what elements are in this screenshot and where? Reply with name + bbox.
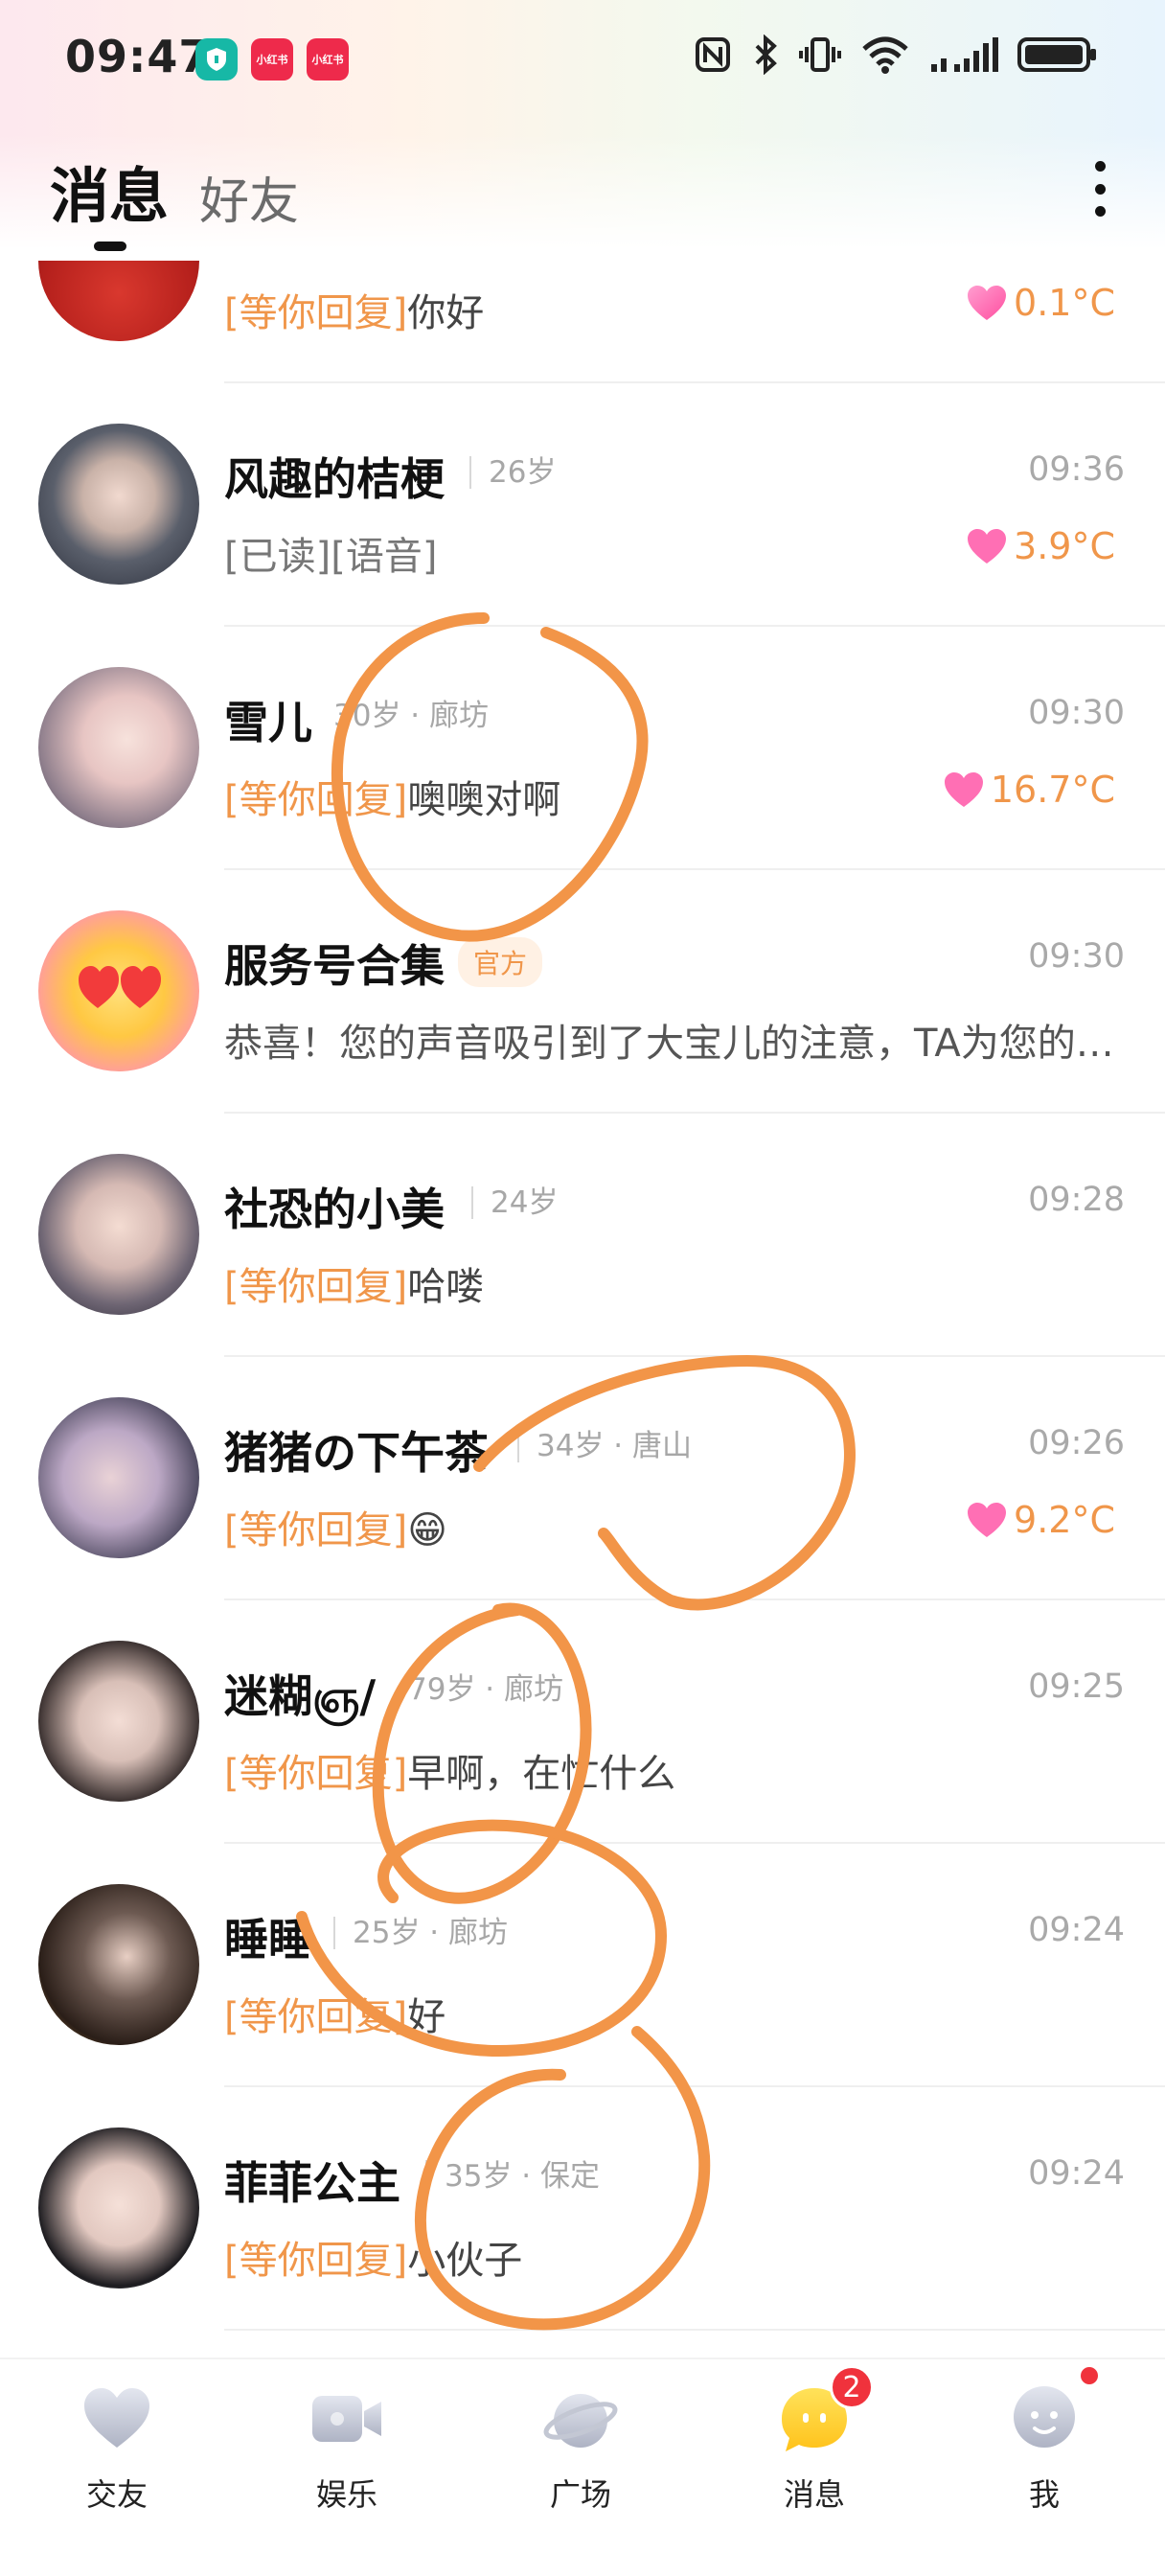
message-time: 09:30 (1028, 937, 1125, 976)
battery-icon (1017, 37, 1096, 72)
status-time: 09:47 (65, 31, 211, 82)
wifi-icon (862, 36, 908, 74)
contact-name: 雪儿 (224, 697, 312, 748)
intimacy-temperature: 9.2°C (966, 1499, 1115, 1541)
nav-label: 交友 (85, 2476, 148, 2513)
nav-label: 消息 (783, 2476, 845, 2513)
more-options-icon[interactable] (1083, 155, 1117, 222)
contact-meta: 30岁 · 廊坊 (333, 699, 490, 733)
shield-icon (195, 38, 238, 80)
message-time: 09:24 (1028, 1911, 1125, 1949)
tab-friends[interactable]: 好友 (199, 161, 299, 233)
official-badge: 官方 (458, 937, 543, 987)
heart-icon (968, 1503, 1007, 1537)
avatar[interactable] (38, 1154, 199, 1315)
last-message: [等你回复]好 (224, 1995, 446, 2039)
contact-meta: 79岁 · 廊坊 (408, 1672, 564, 1707)
signal-icon (931, 37, 998, 72)
avatar[interactable] (38, 2128, 199, 2288)
nfc-icon (696, 37, 730, 72)
contact-meta: 26岁 (469, 456, 556, 489)
notification-dot (1081, 2367, 1098, 2384)
last-message: [等你回复]你好 (224, 291, 485, 335)
conversation-row[interactable]: 社恐的小美 24岁 09:28 [等你回复]哈喽 (0, 1114, 1165, 1357)
planet-icon (542, 2380, 619, 2457)
last-message: 恭喜！您的声音吸引到了大宝儿的注意，TA为您的语… (224, 1022, 1125, 1066)
avatar[interactable] (38, 424, 199, 585)
contact-name: 社恐的小美 (224, 1184, 445, 1235)
last-message: [等你回复]早啊，在忙什么 (224, 1752, 676, 1796)
nav-item-messages[interactable]: 2 消息 (738, 2365, 891, 2553)
avatar[interactable] (38, 1641, 199, 1802)
contact-name: 猪猪の下午茶 (224, 1427, 489, 1479)
heart-icon (79, 2380, 155, 2457)
nav-label: 我 (1028, 2476, 1060, 2513)
last-message: [等你回复]小伙子 (224, 2239, 523, 2283)
contact-meta: 34岁 · 唐山 (517, 1430, 692, 1462)
intimacy-temperature: 16.7°C (943, 769, 1115, 811)
message-time: 09:28 (1028, 1181, 1125, 1219)
avatar[interactable] (38, 1397, 199, 1558)
nav-item-entertainment[interactable]: 娱乐 (270, 2380, 423, 2553)
avatar[interactable] (38, 910, 199, 1071)
vibrate-icon (799, 37, 841, 72)
status-bar: 09:47 小红书 小红书 (0, 0, 1165, 115)
heart-icon (968, 529, 1007, 564)
xiaohongshu-notification-icon: 小红书 (307, 38, 349, 80)
contact-name: 风趣的桔梗 (224, 453, 445, 505)
contact-name: 睡睡 (224, 1914, 312, 1966)
last-message: [等你回复]😁 (224, 1508, 447, 1552)
heart-icon (968, 286, 1007, 320)
last-message: [已读][语音] (224, 535, 438, 579)
xiaohongshu-notification-icon: 小红书 (251, 38, 293, 80)
last-message: [等你回复]哈喽 (224, 1265, 485, 1309)
conversation-row[interactable]: [等你回复]你好 0.1°C (0, 261, 1165, 383)
conversation-row[interactable]: 猪猪の下午茶 34岁 · 唐山 09:26 [等你回复]😁 9.2°C (0, 1357, 1165, 1600)
message-time: 09:25 (1028, 1668, 1125, 1706)
nav-label: 娱乐 (315, 2476, 377, 2513)
conversation-row[interactable]: 菲菲公主 35岁 · 保定 09:24 [等你回复]小伙子 (0, 2087, 1165, 2331)
tab-indicator (94, 242, 126, 251)
conversation-row[interactable]: 风趣的桔梗 26岁 09:36 [已读][语音] 3.9°C (0, 383, 1165, 627)
contact-meta: 25岁 · 廊坊 (333, 1917, 508, 1949)
conversation-row[interactable]: 迷糊ஞ/ 79岁 · 廊坊 09:25 [等你回复]早啊，在忙什么 (0, 1600, 1165, 1844)
intimacy-temperature: 3.9°C (966, 525, 1115, 567)
bluetooth-icon (755, 34, 777, 75)
heart-icon (944, 772, 983, 807)
conversation-list[interactable]: [等你回复]你好 0.1°C 风趣的桔梗 26岁 09:36 [已读][语音] … (0, 261, 1165, 2358)
contact-name: 服务号合集 (224, 940, 445, 992)
message-time: 09:36 (1028, 450, 1125, 489)
top-header: 消息 好友 (0, 144, 1165, 259)
message-time: 09:30 (1028, 694, 1125, 732)
row-divider (224, 2329, 1165, 2331)
video-icon (308, 2380, 385, 2457)
message-time: 09:24 (1028, 2154, 1125, 2193)
conversation-row[interactable]: 睡睡 25岁 · 廊坊 09:24 [等你回复]好 (0, 1844, 1165, 2087)
avatar[interactable] (38, 1884, 199, 2045)
nav-item-plaza[interactable]: 广场 (504, 2380, 657, 2553)
profile-icon (1006, 2367, 1098, 2457)
conversation-row[interactable]: 雪儿 30岁 · 廊坊 09:30 [等你回复]噢噢对啊 16.7°C (0, 627, 1165, 870)
contact-name: 迷糊ஞ/ (224, 1670, 377, 1722)
chat-bubble-icon: 2 (776, 2365, 874, 2457)
avatar[interactable] (38, 667, 199, 828)
last-message: [等你回复]噢噢对啊 (224, 778, 561, 822)
contact-name: 菲菲公主 (224, 2157, 400, 2209)
nav-item-me[interactable]: 我 (968, 2367, 1121, 2553)
nav-item-friends[interactable]: 交友 (40, 2380, 194, 2553)
unread-badge: 2 (830, 2365, 874, 2409)
contact-meta: 24岁 (471, 1186, 558, 1219)
system-icons (694, 34, 1098, 75)
nav-label: 广场 (549, 2476, 611, 2513)
intimacy-temperature: 0.1°C (966, 282, 1115, 324)
heart-eyes-icon (79, 966, 161, 1008)
message-time: 09:26 (1028, 1424, 1125, 1462)
bottom-navigation: 交友 娱乐 广场 2 消息 我 (0, 2358, 1165, 2576)
tab-messages[interactable]: 消息 (50, 148, 169, 234)
avatar[interactable] (38, 261, 199, 341)
conversation-row[interactable]: 服务号合集 官方 09:30 恭喜！您的声音吸引到了大宝儿的注意，TA为您的语… (0, 870, 1165, 1114)
contact-meta: 35岁 · 保定 (425, 2160, 600, 2193)
